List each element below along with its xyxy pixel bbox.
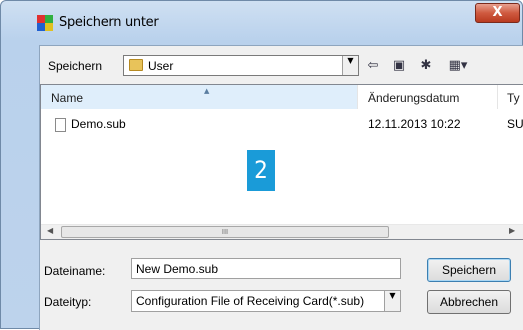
cancel-button[interactable]: Abbrechen (427, 290, 511, 314)
back-arrow-icon[interactable]: ⇦ (364, 58, 382, 73)
filetype-value: Configuration File of Receiving Card(*.s… (136, 294, 365, 308)
close-button[interactable]: X (475, 3, 520, 23)
save-in-combobox[interactable]: User ▼ (123, 55, 359, 76)
column-divider[interactable] (357, 85, 358, 109)
save-as-dialog: Speichern unter X Speichern User ▼ ⇦ ▣ ✱… (0, 0, 523, 330)
file-icon (55, 118, 66, 132)
window-title: Speichern unter (59, 15, 159, 30)
save-in-value: User (148, 59, 174, 73)
filename-input[interactable] (131, 258, 401, 279)
file-name[interactable]: Demo.sub (71, 117, 126, 131)
scroll-left-icon[interactable]: ◀ (47, 226, 53, 235)
sort-ascending-icon: ▲ (204, 87, 210, 95)
new-folder-icon[interactable]: ✱ (417, 58, 435, 73)
column-header-name[interactable]: Name (51, 85, 83, 109)
scroll-right-icon[interactable]: ▶ (509, 226, 515, 235)
chevron-down-icon[interactable]: ▼ (342, 56, 358, 75)
column-header-type[interactable]: Ty (507, 85, 520, 109)
file-date: 12.11.2013 10:22 (368, 117, 461, 131)
save-in-label: Speichern (48, 59, 103, 73)
horizontal-scrollbar[interactable]: ◀ III ▶ (41, 224, 523, 239)
title-bar: Speichern unter X (1, 1, 522, 35)
up-folder-icon[interactable]: ▣ (390, 58, 408, 73)
save-button[interactable]: Speichern (427, 258, 511, 282)
filetype-label: Dateityp: (44, 295, 92, 309)
filetype-select[interactable]: Configuration File of Receiving Card(*.s… (131, 290, 401, 312)
folder-icon (129, 59, 143, 71)
column-header-date[interactable]: Änderungsdatum (368, 85, 459, 109)
name-column-highlight (41, 85, 357, 109)
file-list[interactable]: ▲ Name Änderungsdatum Ty Demo.sub 12.11.… (40, 84, 523, 240)
step-marker: 2 (247, 150, 275, 191)
file-type: SU (507, 117, 523, 131)
filename-label: Dateiname: (44, 264, 106, 278)
scrollbar-thumb[interactable]: III (61, 226, 389, 238)
app-icon (37, 15, 53, 31)
view-menu-icon[interactable]: ▦▾ (444, 58, 472, 73)
chevron-down-icon[interactable]: ▼ (384, 291, 400, 311)
column-divider[interactable] (497, 85, 498, 109)
